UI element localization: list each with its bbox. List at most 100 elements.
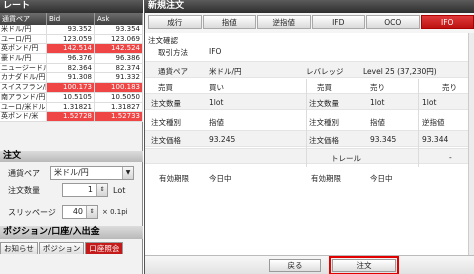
mid-type-value: 指値: [370, 118, 385, 127]
rate-pair: 米ドル/円: [0, 25, 47, 34]
rate-ask[interactable]: 1.31827: [95, 102, 143, 112]
left-type-value: 指値: [209, 118, 224, 127]
scrollbar[interactable]: [468, 33, 474, 255]
rate-ask[interactable]: 1.52733: [95, 112, 143, 121]
left-price-value: 93.245: [209, 135, 236, 144]
mid-side-label: 売買: [317, 83, 332, 92]
tab-market[interactable]: 成行: [148, 15, 202, 29]
order-qty-stepper[interactable]: 1 ⇕: [62, 183, 108, 197]
tab-limit[interactable]: 指値: [202, 15, 256, 29]
rate-bid[interactable]: 1.31821: [47, 102, 95, 112]
mid-side-value: 売り: [370, 83, 385, 92]
divider: [418, 79, 419, 167]
order-type-tabs: 成行 指値 逆指値 IFD OCO IFO: [148, 15, 474, 29]
rate-row[interactable]: ニュージードル 82.364 82.374: [0, 63, 143, 74]
rate-table-body: 米ドル/円 93.352 93.354 ユーロ/円 123.059 123.069 英ポンド…: [0, 25, 143, 122]
left-side-label: 売買: [158, 83, 173, 92]
right-qty-value: 1lot: [422, 98, 437, 107]
rate-bid[interactable]: 82.364: [47, 63, 95, 73]
rate-bid[interactable]: 93.352: [47, 25, 95, 34]
rate-pair: スイスフラン/円: [1, 83, 47, 92]
rate-row[interactable]: ユーロ/米ドル 1.31821 1.31827: [0, 102, 143, 113]
rate-row[interactable]: 南アランド/円 10.5105 10.5050: [0, 92, 143, 103]
tab-stop[interactable]: 逆指値: [257, 15, 311, 29]
column-bid[interactable]: Bid: [47, 13, 95, 25]
back-button[interactable]: 戻る: [269, 259, 321, 272]
divider: [306, 79, 307, 167]
mid-qty-value: 1lot: [370, 98, 385, 107]
rate-ask[interactable]: 100.183: [95, 83, 143, 92]
order-slippage-unit: × 0.1pi: [102, 208, 128, 216]
column-ask[interactable]: Ask: [95, 13, 143, 25]
tab-oco[interactable]: OCO: [366, 15, 420, 29]
position-tabs: お知らせ ポジション 口座照会: [0, 242, 143, 254]
left-qty-value: 1lot: [209, 98, 224, 107]
tab-ifo[interactable]: IFO: [420, 15, 474, 29]
row-band: [145, 130, 469, 147]
confirm-heading: 注文確認: [148, 36, 178, 45]
rate-row[interactable]: 米ドル/円 93.352 93.354: [0, 25, 143, 35]
dialog-button-bar: 戻る 注文: [145, 255, 474, 274]
expiry-value-2: 今日中: [370, 174, 393, 183]
order-slippage-stepper[interactable]: 40 ⇕: [62, 205, 98, 219]
rate-ask[interactable]: 91.332: [95, 73, 143, 83]
order-confirm-content: 注文確認 取引方法 IFO 通貨ペア 米ドル/円 レバレッジ Level 25 …: [145, 33, 474, 255]
order-slippage-label: スリッページ: [8, 207, 56, 217]
rate-row[interactable]: 英ポンド/米 1.52728 1.52733: [0, 112, 143, 122]
rate-bid[interactable]: 10.5105: [47, 92, 95, 102]
rate-ask[interactable]: 82.374: [95, 63, 143, 73]
spinner-icon[interactable]: ⇕: [96, 184, 107, 196]
rate-row[interactable]: ユーロ/円 123.059 123.069: [0, 34, 143, 45]
rate-row[interactable]: スイスフラン/円100.173100.183: [0, 83, 143, 93]
trail-label: トレール: [331, 154, 361, 163]
leverage-label: レバレッジ: [306, 67, 344, 76]
left-price-label: 注文価格: [151, 136, 181, 145]
expiry-value: 今日中: [209, 174, 232, 183]
right-price-value: 93.344: [422, 135, 449, 144]
rate-pair: 南アランド/円: [1, 92, 47, 102]
order-pair-label: 通貨ペア: [8, 168, 40, 178]
trail-value: -: [449, 153, 452, 162]
rate-row[interactable]: カナダドル/円 91.308 91.332: [0, 73, 143, 84]
mid-price-label: 注文価格: [309, 136, 339, 145]
rate-pair: カナダドル/円: [1, 73, 47, 83]
spinner-icon[interactable]: ⇕: [86, 206, 97, 218]
rate-bid[interactable]: 100.173: [47, 83, 95, 92]
order-pair-select[interactable]: 米ドル/円 ▼: [50, 166, 134, 180]
order-panel-title: 注文: [0, 151, 143, 162]
rate-bid[interactable]: 91.308: [47, 73, 95, 83]
order-slippage-row: スリッページ 40 ⇕ × 0.1pi: [0, 205, 128, 219]
position-panel-title: ポジション/口座/入出金: [0, 226, 143, 239]
tab-account[interactable]: 口座照会: [85, 242, 124, 254]
expiry-label: 有効期限: [159, 174, 189, 183]
rate-ask[interactable]: 123.069: [95, 34, 143, 44]
new-order-dialog: 新規注文 成行 指値 逆指値 IFD OCO IFO 注文確認 取引方法 IFO…: [144, 0, 474, 274]
tab-ifd[interactable]: IFD: [311, 15, 365, 29]
rate-row[interactable]: 豪ドル/円 96.376 96.386: [0, 54, 143, 64]
chevron-down-icon[interactable]: ▼: [122, 167, 133, 179]
rate-pair: ニュージードル: [1, 63, 47, 73]
rate-ask[interactable]: 142.524: [95, 44, 143, 54]
rate-ask[interactable]: 96.386: [95, 54, 143, 63]
rate-ask[interactable]: 10.5050: [95, 92, 143, 102]
rate-bid[interactable]: 96.376: [47, 54, 95, 63]
rate-ask[interactable]: 93.354: [95, 25, 143, 34]
order-qty-label: 注文数量: [8, 185, 40, 195]
rate-table-header: 通貨ペア Bid Ask: [0, 13, 143, 25]
right-type-value: 逆指値: [422, 118, 445, 127]
rate-bid[interactable]: 1.52728: [47, 112, 95, 121]
column-pair[interactable]: 通貨ペア: [0, 13, 47, 25]
right-side-value: 売り: [442, 83, 457, 92]
tab-positions[interactable]: ポジション: [38, 242, 85, 254]
rate-panel-title: レート: [0, 0, 143, 13]
tab-notices[interactable]: お知らせ: [0, 242, 38, 254]
rate-row[interactable]: 英ポンド/円 142.514 142.524: [0, 44, 143, 55]
mid-type-label: 注文種別: [309, 118, 339, 127]
rate-bid[interactable]: 142.514: [47, 44, 95, 54]
rate-bid[interactable]: 123.059: [47, 34, 95, 44]
rate-pair: 英ポンド/円: [0, 44, 47, 54]
order-pair-value: 米ドル/円: [54, 168, 89, 177]
submit-order-button[interactable]: 注文: [329, 256, 399, 274]
mid-qty-label: 注文数量: [309, 99, 339, 108]
rate-pair: 英ポンド/米: [0, 112, 47, 121]
